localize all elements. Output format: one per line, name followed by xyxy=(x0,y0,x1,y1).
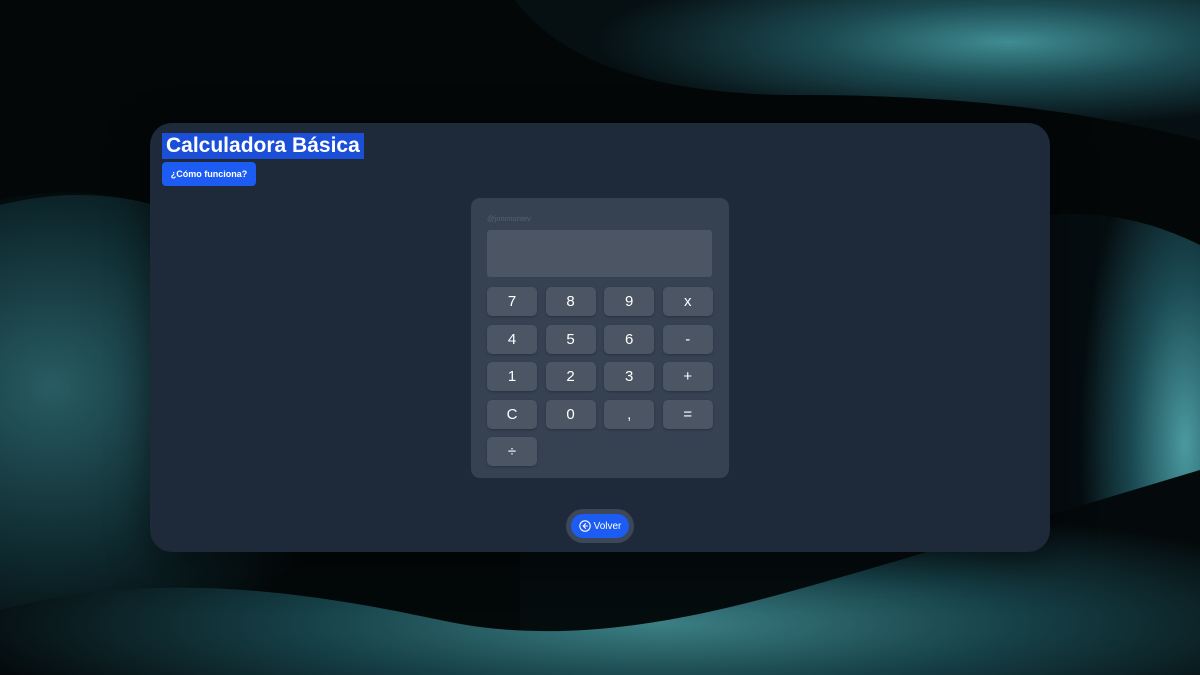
key-8[interactable]: 8 xyxy=(545,287,596,316)
keypad: 7 8 9 x 4 5 6 - 1 2 3 + C 0 , = ÷ xyxy=(487,287,713,467)
key-3[interactable]: 3 xyxy=(604,362,655,392)
arrow-left-circle-icon xyxy=(578,520,591,532)
key-equals[interactable]: = xyxy=(662,399,713,429)
back-button-container: Volver xyxy=(566,509,634,543)
key-clear[interactable]: C xyxy=(487,399,537,429)
back-button-label: Volver xyxy=(593,520,622,532)
key-divide[interactable]: ÷ xyxy=(487,437,537,467)
key-subtract[interactable]: - xyxy=(662,324,713,354)
key-5[interactable]: 5 xyxy=(545,324,596,354)
key-1[interactable]: 1 xyxy=(487,362,537,392)
app-panel: Calculadora Básica ¿Cómo funciona? @joni… xyxy=(150,123,1050,552)
key-6[interactable]: 6 xyxy=(604,324,655,354)
calculator: @jonimontev 7 8 9 x 4 5 6 - 1 2 3 + C 0 … xyxy=(471,198,729,478)
key-7[interactable]: 7 xyxy=(487,287,537,316)
page-title: Calculadora Básica xyxy=(162,133,364,159)
calculator-display xyxy=(487,230,712,277)
how-it-works-button[interactable]: ¿Cómo funciona? xyxy=(162,162,256,186)
author-handle: @jonimontev xyxy=(487,214,531,223)
key-multiply[interactable]: x xyxy=(662,287,713,316)
back-button[interactable]: Volver xyxy=(571,514,629,538)
key-decimal[interactable]: , xyxy=(604,399,655,429)
key-2[interactable]: 2 xyxy=(545,362,596,392)
key-4[interactable]: 4 xyxy=(487,324,537,354)
key-0[interactable]: 0 xyxy=(545,399,596,429)
key-add[interactable]: + xyxy=(662,362,713,392)
key-9[interactable]: 9 xyxy=(604,287,655,316)
